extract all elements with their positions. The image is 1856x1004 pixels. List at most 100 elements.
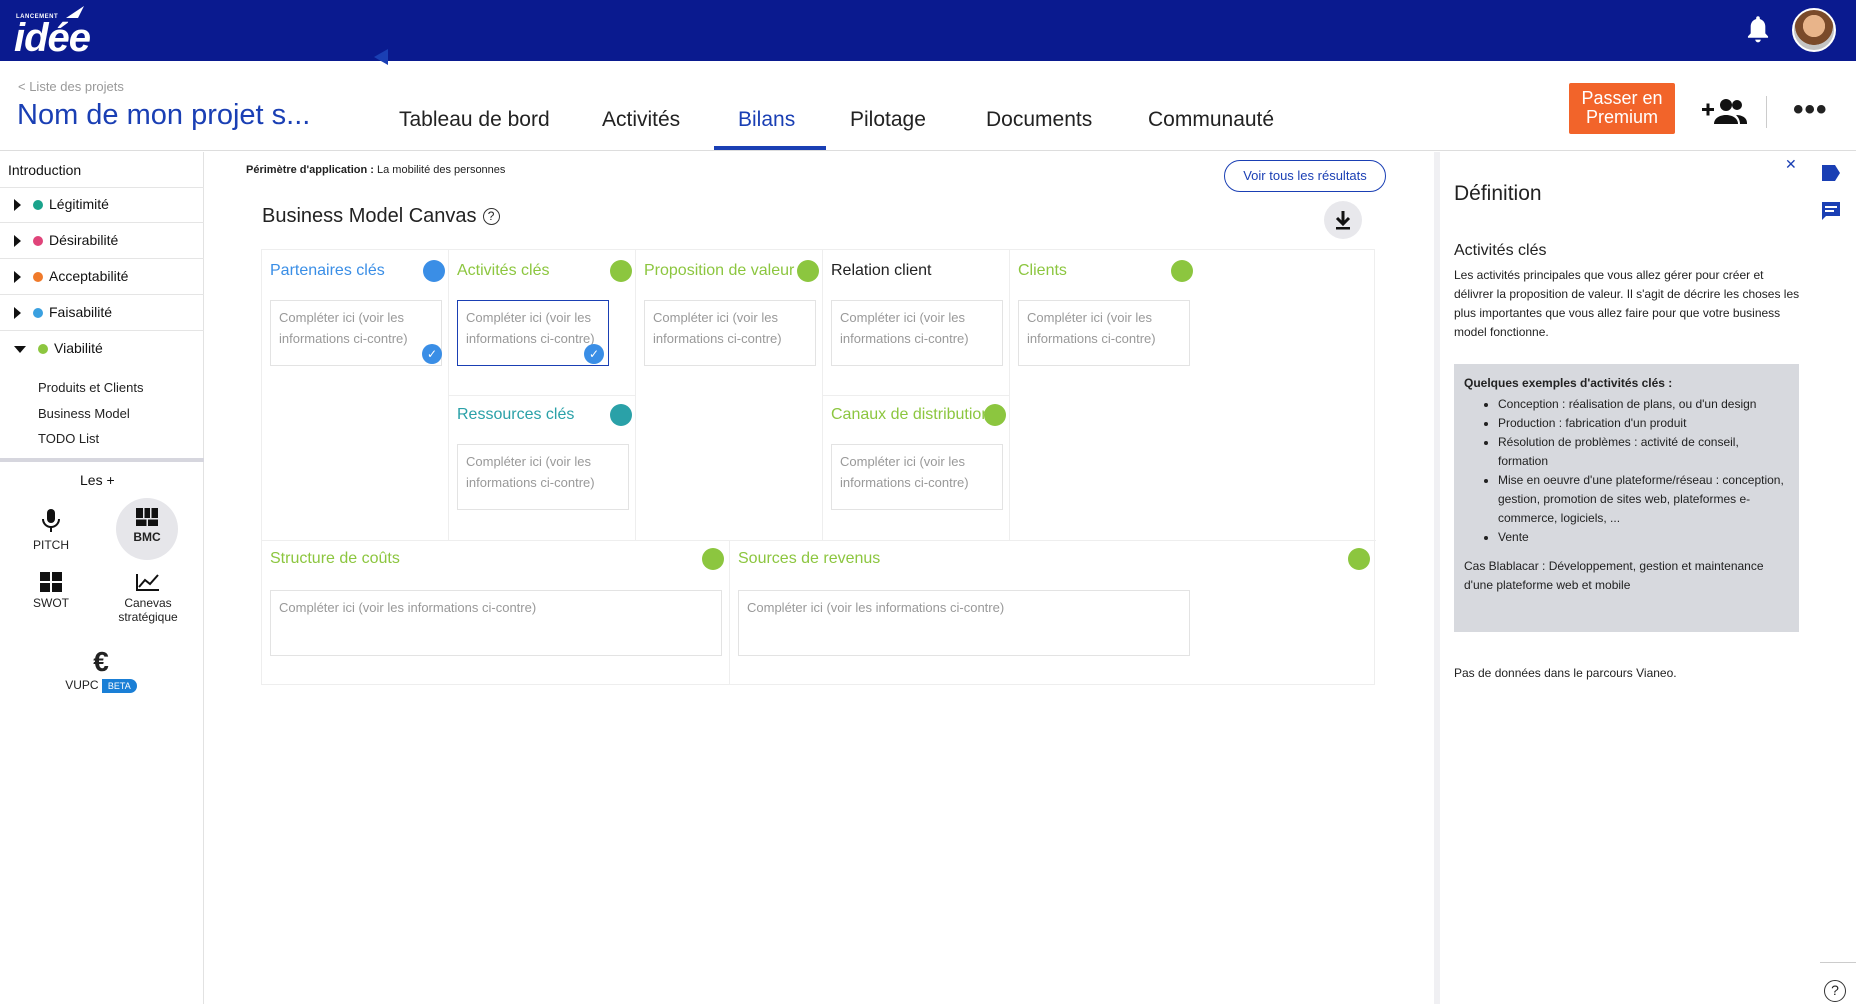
value-proposition-icon bbox=[797, 260, 819, 282]
relation-input[interactable]: Compléter ici (voir les informations ci-… bbox=[831, 300, 1003, 366]
definition-subtitle: Activités clés bbox=[1454, 242, 1547, 259]
cell-title-activites: Activités clés bbox=[457, 262, 550, 279]
caret-right-icon bbox=[14, 307, 21, 320]
sidebar-item-desirabilite[interactable]: Désirabilité bbox=[14, 232, 118, 248]
tab-documents[interactable]: Documents bbox=[986, 108, 1092, 132]
perimetre-line: Périmètre d'application : La mobilité de… bbox=[246, 164, 505, 176]
help-icon[interactable]: ? bbox=[482, 208, 500, 226]
sidebar-section-divider bbox=[0, 458, 204, 462]
sidebar-subitem-business-model[interactable]: Business Model bbox=[38, 406, 130, 421]
cell-title-proposition: Proposition de valeur bbox=[644, 262, 795, 279]
sidebar-item-legitimite[interactable]: Légitimité bbox=[14, 196, 109, 212]
sidebar-item-faisabilite[interactable]: Faisabilité bbox=[14, 304, 112, 320]
tab-bilans[interactable]: Bilans bbox=[738, 108, 795, 132]
tab-pilotage[interactable]: Pilotage bbox=[850, 108, 926, 132]
page-title: Business Model Canvas? bbox=[262, 205, 500, 228]
tool-canevas-strategique[interactable]: Canevas stratégique bbox=[110, 572, 186, 624]
tab-activites[interactable]: Activités bbox=[602, 108, 680, 132]
tab-tableau-de-bord[interactable]: Tableau de bord bbox=[399, 108, 550, 132]
sidebar-item-viabilite[interactable]: Viabilité bbox=[14, 340, 103, 356]
comment-icon[interactable] bbox=[1820, 200, 1842, 222]
tab-communaute[interactable]: Communauté bbox=[1148, 108, 1274, 132]
activities-icon bbox=[610, 260, 632, 282]
tool-label: VUPC bbox=[65, 678, 99, 692]
download-icon bbox=[1335, 211, 1351, 230]
faisabilite-icon bbox=[33, 308, 43, 319]
panel-divider bbox=[1820, 962, 1856, 963]
couts-input[interactable]: Compléter ici (voir les informations ci-… bbox=[270, 590, 722, 656]
sidebar-item-label: Légitimité bbox=[49, 196, 109, 212]
partenaires-input[interactable]: Compléter ici (voir les informations ci-… bbox=[270, 300, 442, 366]
cell-title-revenus: Sources de revenus bbox=[738, 550, 881, 567]
back-arrow-icon[interactable] bbox=[374, 49, 388, 65]
partners-icon bbox=[423, 260, 445, 282]
cell-title-couts: Structure de coûts bbox=[270, 550, 400, 567]
user-avatar[interactable] bbox=[1792, 8, 1836, 52]
bmc-column bbox=[636, 250, 823, 540]
voir-resultats-button[interactable]: Voir tous les résultats bbox=[1224, 160, 1386, 192]
examples-box: Quelques exemples d'activités clés : Con… bbox=[1454, 364, 1799, 632]
sidebar-item-label: Désirabilité bbox=[49, 232, 119, 248]
app-logo[interactable]: LANCEMENT idée bbox=[14, 6, 114, 58]
ressources-input[interactable]: Compléter ici (voir les informations ci-… bbox=[457, 444, 629, 510]
tool-pitch[interactable]: PITCH bbox=[26, 508, 76, 552]
sidebar-divider bbox=[0, 222, 204, 223]
sidebar-item-acceptabilite[interactable]: Acceptabilité bbox=[14, 268, 128, 284]
close-icon[interactable]: ✕ bbox=[1785, 156, 1797, 173]
cell-title-relation: Relation client bbox=[831, 262, 932, 279]
example-item: Résolution de problèmes : activité de co… bbox=[1498, 433, 1789, 471]
more-menu-icon[interactable]: ••• bbox=[1793, 95, 1828, 125]
example-item: Mise en oeuvre d'une plateforme/réseau :… bbox=[1498, 471, 1789, 528]
cell-title-clients: Clients bbox=[1018, 262, 1067, 279]
premium-button[interactable]: Passer en Premium bbox=[1569, 83, 1675, 134]
add-user-icon[interactable] bbox=[1700, 96, 1748, 126]
euro-icon: € bbox=[93, 646, 109, 677]
beta-badge: BETA bbox=[101, 678, 137, 693]
example-item: Vente bbox=[1498, 528, 1789, 547]
sidebar-intro[interactable]: Introduction bbox=[8, 162, 81, 178]
resources-icon bbox=[610, 404, 632, 426]
cell-title-canaux: Canaux de distribution bbox=[831, 406, 991, 423]
les-plus-heading: Les + bbox=[80, 472, 115, 488]
proposition-input[interactable]: Compléter ici (voir les informations ci-… bbox=[644, 300, 816, 366]
sidebar-subitem-produits[interactable]: Produits et Clients bbox=[38, 380, 144, 395]
sidebar-subitem-todo[interactable]: TODO List bbox=[38, 431, 99, 446]
bell-icon[interactable] bbox=[1744, 14, 1772, 46]
bmc-row-divider bbox=[823, 395, 1010, 396]
legitimite-icon bbox=[33, 200, 43, 211]
caret-right-icon bbox=[14, 235, 21, 248]
clients-input[interactable]: Compléter ici (voir les informations ci-… bbox=[1018, 300, 1190, 366]
bmc-grid-icon bbox=[136, 508, 158, 526]
heart-icon bbox=[33, 236, 43, 247]
sidebar-item-label: Viabilité bbox=[54, 340, 103, 356]
logo-flag-icon bbox=[66, 6, 84, 18]
caret-right-icon bbox=[14, 199, 21, 212]
download-button[interactable] bbox=[1324, 201, 1362, 239]
sidebar-divider bbox=[0, 330, 204, 331]
sidebar-item-label: Acceptabilité bbox=[49, 268, 129, 284]
examples-title: Quelques exemples d'activités clés : bbox=[1464, 376, 1673, 390]
check-icon: ✓ bbox=[422, 344, 442, 364]
tool-vupc[interactable]: € VUPC BETA bbox=[56, 646, 146, 693]
tool-label: SWOT bbox=[33, 596, 69, 610]
left-sidebar: Introduction Légitimité Désirabilité Acc… bbox=[0, 152, 204, 1004]
sidebar-divider bbox=[0, 294, 204, 295]
label-icon[interactable] bbox=[1820, 162, 1842, 184]
cell-title-partenaires: Partenaires clés bbox=[270, 262, 385, 279]
distribution-icon bbox=[984, 404, 1006, 426]
breadcrumb[interactable]: < Liste des projets bbox=[18, 79, 124, 94]
canaux-input[interactable]: Compléter ici (voir les informations ci-… bbox=[831, 444, 1003, 510]
revenue-icon bbox=[1348, 548, 1370, 570]
revenus-input[interactable]: Compléter ici (voir les informations ci-… bbox=[738, 590, 1190, 656]
chart-line-icon bbox=[136, 574, 159, 591]
bmc-column bbox=[262, 250, 449, 540]
cell-title-ressources: Ressources clés bbox=[457, 406, 575, 423]
help-icon[interactable]: ? bbox=[1824, 980, 1846, 1002]
tool-swot[interactable]: SWOT bbox=[26, 572, 76, 610]
microphone-icon bbox=[42, 509, 60, 532]
tool-bmc[interactable]: BMC bbox=[116, 498, 178, 560]
header-divider bbox=[1766, 96, 1767, 128]
tool-label: PITCH bbox=[33, 538, 69, 552]
definition-title: Définition bbox=[1454, 182, 1542, 205]
viabilite-icon bbox=[38, 344, 48, 355]
